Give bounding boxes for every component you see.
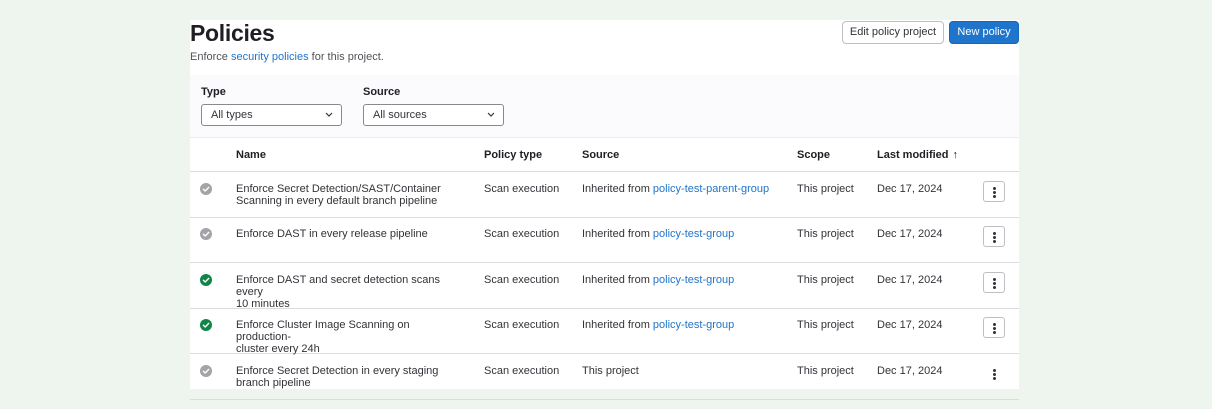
policies-page: Policies Enforce security policies for t… — [190, 20, 1019, 400]
security-policies-link[interactable]: security policies — [231, 51, 309, 63]
policy-name-line: Enforce Secret Detection/SAST/Container — [236, 183, 441, 195]
policy-scope: This project — [797, 364, 854, 377]
policy-name-line: Enforce DAST and secret detection scans … — [236, 273, 441, 298]
table-header: Name Policy type Source Scope Last modif… — [190, 138, 1019, 172]
actions-menu-button[interactable] — [983, 317, 1005, 339]
policy-name[interactable]: Enforce Secret Detection in every stagin… — [236, 365, 466, 389]
last-modified-date: Dec 17, 2024 — [877, 273, 943, 286]
ellipsis-dot — [993, 372, 996, 376]
ellipsis-v-icon — [993, 187, 996, 190]
column-header-scope: Scope — [797, 149, 831, 161]
ellipsis-dot — [993, 281, 996, 285]
policy-source: This project — [582, 365, 639, 377]
policy-name-line: 10 minutes — [236, 297, 290, 310]
ellipsis-dot — [993, 236, 996, 240]
policy-name-line: Enforce Cluster Image Scanning on produc… — [236, 319, 410, 344]
arrow-up-icon: ↑ — [952, 149, 959, 161]
actions-menu-button[interactable] — [983, 226, 1005, 248]
policy-source: Inherited from policy-test-parent-group — [582, 183, 769, 195]
check-circle-dashed-icon — [200, 183, 212, 195]
source-filter-dropdown[interactable]: All sources — [363, 104, 504, 126]
chevron-down-icon — [325, 112, 333, 117]
check-circle-dashed-icon — [200, 364, 212, 377]
ellipsis-dot — [993, 331, 996, 335]
table-row[interactable]: Enforce Cluster Image Scanning on produc… — [190, 309, 1019, 355]
source-group-link[interactable]: policy-test-group — [653, 274, 734, 286]
check-circle-icon — [200, 273, 212, 286]
type-filter-dropdown[interactable]: All types — [201, 104, 342, 126]
actions-menu-button[interactable] — [983, 181, 1005, 202]
policy-name-line: Scanning in every default branch pipelin… — [236, 195, 438, 207]
source-group-link[interactable]: policy-test-parent-group — [653, 183, 769, 195]
policy-name[interactable]: Enforce Secret Detection/SAST/Container S… — [236, 183, 466, 207]
table-row[interactable]: Enforce DAST in every release pipeline Sc… — [190, 218, 1019, 264]
source-text: Inherited from — [582, 228, 653, 241]
source-filter-label: Source — [363, 86, 401, 98]
policy-source: Inherited from policy-test-group — [582, 319, 734, 331]
column-header-source: Source — [582, 149, 620, 161]
policy-name-line: Enforce Secret Detection in every stagin… — [236, 364, 439, 377]
ellipsis-v-icon — [993, 323, 996, 327]
policy-name-line: cluster every 24h — [236, 343, 320, 356]
chevron-down-icon — [487, 112, 495, 117]
policy-type: Scan execution — [484, 364, 560, 377]
policy-type: Scan execution — [484, 228, 560, 241]
actions-menu-button[interactable] — [983, 271, 1005, 293]
policy-type: Scan execution — [484, 273, 560, 286]
policy-scope: This project — [797, 183, 854, 195]
source-text: Inherited from — [582, 183, 653, 195]
source-group-link[interactable]: policy-test-group — [653, 228, 734, 240]
ellipsis-dot — [993, 327, 996, 331]
column-header-name: Name — [236, 149, 266, 161]
table-row[interactable]: Enforce Secret Detection/SAST/Container S… — [190, 173, 1019, 218]
policy-scope: This project — [797, 319, 854, 332]
table-row[interactable]: Enforce DAST and secret detection scans … — [190, 264, 1019, 310]
check-circle-icon — [200, 319, 212, 332]
last-modified-date: Dec 17, 2024 — [877, 228, 943, 241]
policy-source: Inherited from policy-test-group — [582, 274, 734, 286]
ellipsis-dot — [993, 240, 996, 244]
ellipsis-dot — [993, 376, 996, 380]
last-modified-label: Last modified — [877, 149, 949, 161]
source-text: Inherited from — [582, 273, 653, 286]
policy-name[interactable]: Enforce DAST in every release pipeline — [236, 228, 466, 240]
policy-name-line: Enforce DAST in every release pipeline — [236, 228, 428, 241]
last-modified-date: Dec 17, 2024 — [877, 319, 943, 332]
column-header-policy-type: Policy type — [484, 149, 543, 161]
new-policy-button[interactable]: New policy — [949, 21, 1019, 44]
policy-scope: This project — [797, 228, 854, 241]
source-text: This project — [582, 364, 639, 377]
table-row[interactable]: Enforce Secret Detection in every stagin… — [190, 355, 1019, 400]
column-header-last-modified[interactable]: Last modified ↑ — [877, 149, 958, 161]
edit-policy-project-button[interactable]: Edit policy project — [842, 21, 944, 44]
filters-bar: Type All types Source All sources — [190, 75, 1019, 138]
policy-scope: This project — [797, 273, 854, 286]
ellipsis-dot — [993, 191, 996, 194]
source-group-link[interactable]: policy-test-group — [653, 319, 734, 331]
check-circle-dashed-icon — [200, 228, 212, 241]
source-filter-value: All sources — [373, 109, 427, 121]
type-filter-label: Type — [201, 86, 226, 98]
policy-name-line: branch pipeline — [236, 376, 311, 389]
policy-source: Inherited from policy-test-group — [582, 228, 734, 240]
ellipsis-v-icon — [993, 232, 996, 236]
source-text: Inherited from — [582, 319, 653, 332]
ellipsis-dot — [993, 195, 996, 198]
policy-name[interactable]: Enforce Cluster Image Scanning on produc… — [236, 319, 466, 355]
last-modified-date: Dec 17, 2024 — [877, 364, 943, 377]
actions-menu-button[interactable] — [983, 363, 1005, 384]
type-filter-value: All types — [211, 109, 253, 121]
policy-type: Scan execution — [484, 183, 560, 195]
ellipsis-dot — [993, 285, 996, 289]
description-prefix: Enforce — [190, 51, 231, 63]
last-modified-date: Dec 17, 2024 — [877, 183, 943, 195]
page-title: Policies — [190, 20, 275, 46]
policy-name[interactable]: Enforce DAST and secret detection scans … — [236, 274, 466, 310]
ellipsis-v-icon — [993, 277, 996, 281]
description-suffix: for this project. — [308, 51, 384, 63]
page-description: Enforce security policies for this proje… — [190, 51, 384, 63]
ellipsis-v-icon — [993, 368, 996, 372]
policy-type: Scan execution — [484, 319, 560, 332]
